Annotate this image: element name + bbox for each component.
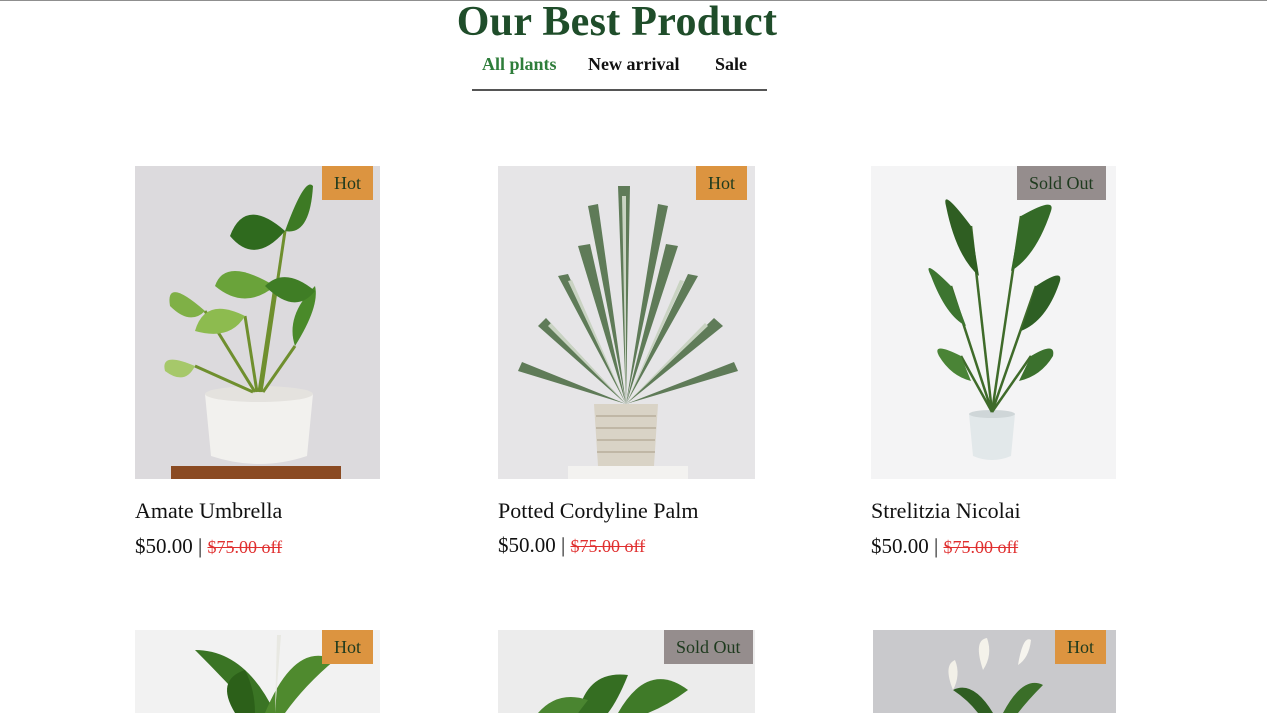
product-card[interactable]: Hot Amate Umbrella $50.00 | $75.00 off xyxy=(135,166,380,566)
product-card[interactable]: Sold Out Strelitzia Nicolai $50.00 | $75… xyxy=(871,166,1116,566)
product-image-amate-umbrella[interactable] xyxy=(135,166,380,479)
status-badge: Hot xyxy=(1055,630,1106,664)
product-card[interactable]: Hot Potted Cordyline Palm $50.00 | $75.0… xyxy=(498,166,755,566)
status-badge: Hot xyxy=(322,166,373,200)
old-price: $75.00 off xyxy=(943,537,1019,557)
product-name[interactable]: Potted Cordyline Palm xyxy=(498,498,698,524)
product-name[interactable]: Amate Umbrella xyxy=(135,498,282,524)
tab-all-plants[interactable]: All plants xyxy=(482,54,557,75)
product-price: $50.00 | $75.00 off xyxy=(498,533,645,558)
product-filter-tabs: All plants New arrival Sale xyxy=(0,54,1267,76)
current-price: $50.00 xyxy=(498,533,556,557)
price-separator: | xyxy=(561,533,566,557)
section-title: Our Best Product xyxy=(456,0,778,45)
price-separator: | xyxy=(198,534,203,558)
product-image-strelitzia-nicolai[interactable] xyxy=(871,166,1116,479)
tab-sale[interactable]: Sale xyxy=(715,54,747,75)
product-name[interactable]: Strelitzia Nicolai xyxy=(871,498,1021,524)
price-separator: | xyxy=(934,534,939,558)
status-badge: Hot xyxy=(322,630,373,664)
status-badge: Sold Out xyxy=(1017,166,1106,200)
product-price: $50.00 | $75.00 off xyxy=(135,534,282,559)
status-badge: Sold Out xyxy=(664,630,753,664)
status-badge: Hot xyxy=(696,166,747,200)
product-card[interactable]: Sold Out xyxy=(498,630,755,713)
tabs-underline xyxy=(472,89,767,91)
tab-new-arrival[interactable]: New arrival xyxy=(588,54,679,75)
product-price: $50.00 | $75.00 off xyxy=(871,534,1018,559)
product-card[interactable]: Hot xyxy=(135,630,380,713)
old-price: $75.00 off xyxy=(570,536,646,556)
current-price: $50.00 xyxy=(135,534,193,558)
product-card[interactable]: Hot xyxy=(873,630,1116,713)
product-image-potted-cordyline-palm[interactable] xyxy=(498,166,755,479)
current-price: $50.00 xyxy=(871,534,929,558)
old-price: $75.00 off xyxy=(207,537,283,557)
